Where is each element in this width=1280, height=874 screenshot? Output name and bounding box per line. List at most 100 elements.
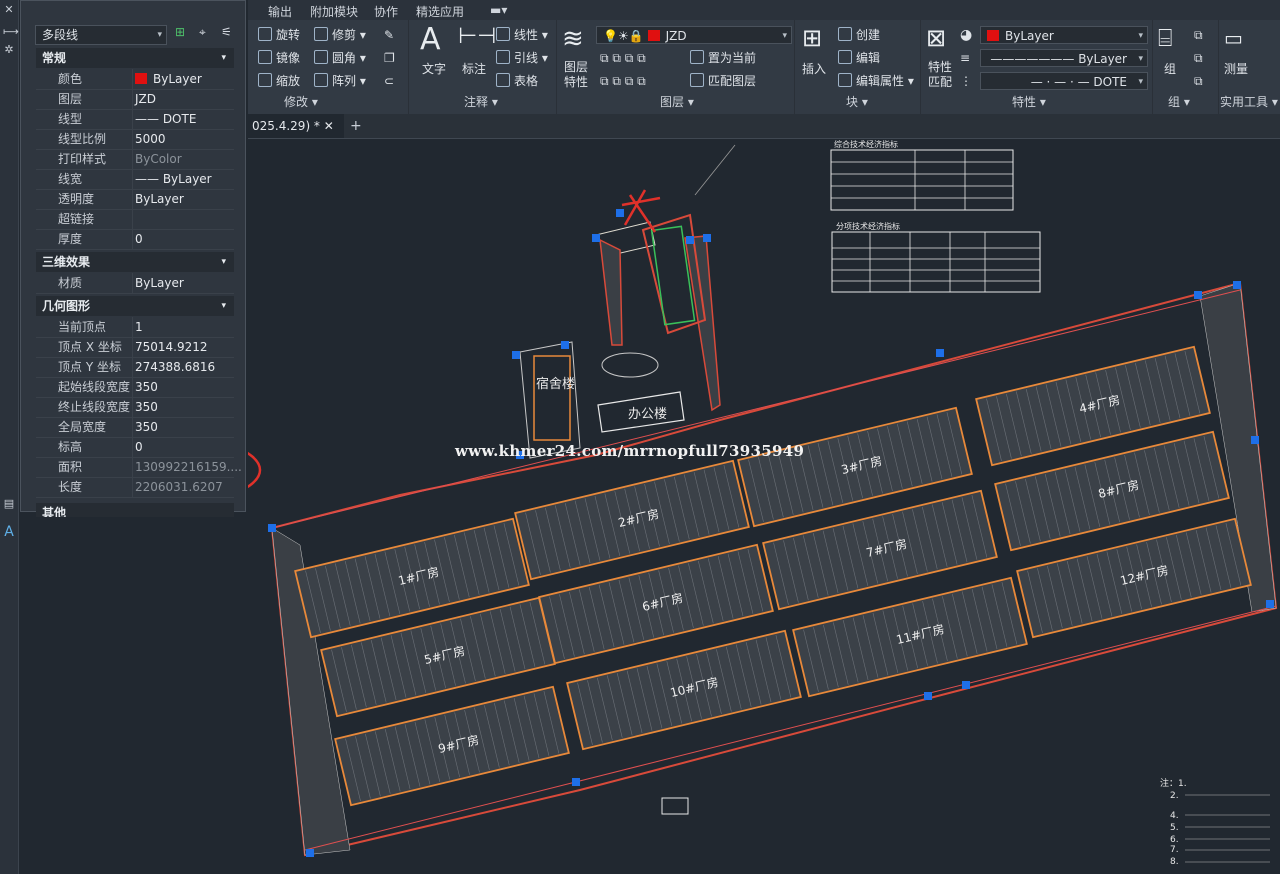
- menu-collaborate[interactable]: 协作: [374, 3, 398, 20]
- color-wheel-icon[interactable]: ◕: [960, 26, 972, 44]
- document-tab[interactable]: 025.4.29) * ✕: [248, 114, 344, 138]
- layer-properties-button[interactable]: 图层 特性: [564, 60, 588, 92]
- general-row[interactable]: 线型 —— DOTE: [36, 109, 234, 130]
- geometry-row[interactable]: 标高 0: [36, 437, 234, 458]
- group-tool-1-icon[interactable]: ⧉: [1194, 26, 1203, 44]
- grip-handle[interactable]: [962, 681, 970, 689]
- grip-handle[interactable]: [572, 778, 580, 786]
- geometry-row[interactable]: 顶点 X 坐标 75014.9212: [36, 337, 234, 358]
- grip-handle[interactable]: [703, 234, 711, 242]
- general-row[interactable]: 图层 JZD: [36, 89, 234, 110]
- properties-group-label[interactable]: 特性 ▾: [1012, 93, 1046, 110]
- property-value[interactable]: 1: [135, 317, 143, 337]
- block-group-label[interactable]: 块 ▾: [846, 93, 868, 110]
- property-value[interactable]: —— DOTE: [135, 109, 196, 129]
- lineweight-icon[interactable]: ≡: [960, 49, 970, 67]
- video-icon[interactable]: ▬▾: [490, 3, 507, 17]
- geometry-row[interactable]: 面积 130992216159....: [36, 457, 242, 478]
- grip-handle[interactable]: [561, 341, 569, 349]
- annotation-group-label[interactable]: 注释 ▾: [464, 93, 498, 110]
- quick-select-icon[interactable]: ⚟: [221, 25, 232, 39]
- grip-handle[interactable]: [686, 236, 694, 244]
- group-tool-3-icon[interactable]: ⧉: [1194, 72, 1203, 90]
- utilities-group-label[interactable]: 实用工具 ▾: [1220, 93, 1278, 110]
- scale-button[interactable]: 缩放: [258, 72, 300, 90]
- section-general[interactable]: 常规 ▾: [36, 48, 234, 68]
- grip-handle[interactable]: [1233, 281, 1241, 289]
- select-objects-icon[interactable]: ⌖: [199, 25, 206, 40]
- collapse-icon[interactable]: ▾: [221, 252, 226, 272]
- trim-button[interactable]: 修剪 ▾: [314, 26, 366, 44]
- text-icon[interactable]: A: [3, 525, 15, 539]
- linetype-dropdown[interactable]: — · — · — DOTE ▾: [980, 72, 1148, 90]
- collapse-icon[interactable]: ▾: [221, 48, 226, 68]
- property-value[interactable]: ByLayer: [135, 189, 184, 209]
- material-row[interactable]: 材质 ByLayer: [36, 273, 234, 294]
- dimension-button[interactable]: 标注: [462, 60, 486, 78]
- property-value[interactable]: ByLayer: [135, 273, 184, 293]
- grip-handle[interactable]: [1266, 600, 1274, 608]
- geometry-row[interactable]: 当前顶点 1: [36, 317, 234, 338]
- lineweight-dropdown[interactable]: ——————— ByLayer ▾: [980, 49, 1148, 67]
- erase-icon[interactable]: ✎: [384, 26, 394, 44]
- palette-icon[interactable]: ▤: [3, 498, 15, 510]
- grip-handle[interactable]: [924, 692, 932, 700]
- general-row[interactable]: 透明度 ByLayer: [36, 189, 234, 210]
- grip-handle[interactable]: [1251, 436, 1259, 444]
- measure-button[interactable]: 测量: [1224, 60, 1248, 78]
- property-value[interactable]: 0: [135, 437, 143, 457]
- property-value[interactable]: JZD: [135, 89, 156, 109]
- match-layer-button[interactable]: 匹配图层: [690, 72, 756, 90]
- table-button[interactable]: 表格: [496, 72, 538, 90]
- geometry-row[interactable]: 终止线段宽度 350: [36, 397, 234, 418]
- layer-tools-row2[interactable]: ⧉ ⧉ ⧉ ⧉: [600, 72, 646, 90]
- grip-handle[interactable]: [1194, 291, 1202, 299]
- property-value[interactable]: 0: [135, 229, 143, 249]
- layer-tools-row1[interactable]: ⧉ ⧉ ⧉ ⧉: [600, 49, 646, 67]
- general-row[interactable]: 线型比例 5000: [36, 129, 234, 150]
- groups-group-label[interactable]: 组 ▾: [1168, 93, 1190, 110]
- property-value[interactable]: 130992216159....: [135, 457, 242, 477]
- menu-featured-apps[interactable]: 精选应用: [416, 3, 464, 20]
- offset-icon[interactable]: ⊂: [384, 72, 394, 90]
- group-tool-2-icon[interactable]: ⧉: [1194, 49, 1203, 67]
- edit-attributes-button[interactable]: 编辑属性 ▾: [838, 72, 914, 90]
- geometry-row[interactable]: 起始线段宽度 350: [36, 377, 234, 398]
- general-row[interactable]: 颜色 ByLayer: [36, 69, 234, 90]
- general-row[interactable]: 超链接: [36, 209, 234, 230]
- copy-icon[interactable]: ❐: [384, 49, 395, 67]
- menu-output[interactable]: 输出: [268, 3, 292, 20]
- section-geometry[interactable]: 几何图形 ▾: [36, 296, 234, 316]
- mirror-button[interactable]: 镜像: [258, 49, 300, 67]
- array-button[interactable]: 阵列 ▾: [314, 72, 366, 90]
- geometry-row[interactable]: 顶点 Y 坐标 274388.6816: [36, 357, 234, 378]
- object-type-dropdown[interactable]: 多段线 ▾: [35, 25, 167, 45]
- layer-dropdown[interactable]: 💡☀🔒 JZD ▾: [596, 26, 792, 44]
- color-dropdown[interactable]: ByLayer ▾: [980, 26, 1148, 44]
- grip-handle[interactable]: [512, 351, 520, 359]
- close-icon[interactable]: ✕: [3, 4, 15, 16]
- property-value[interactable]: ByLayer: [153, 69, 202, 89]
- general-row[interactable]: 厚度 0: [36, 229, 234, 250]
- grip-handle[interactable]: [306, 849, 314, 857]
- rotate-button[interactable]: 旋转: [258, 26, 300, 44]
- geometry-row[interactable]: 长度 2206031.6207: [36, 477, 234, 498]
- settings-icon[interactable]: ✲: [3, 44, 15, 56]
- property-value[interactable]: 75014.9212: [135, 337, 208, 357]
- text-button[interactable]: 文字: [422, 60, 446, 78]
- modify-group-label[interactable]: 修改 ▾: [284, 93, 318, 110]
- property-value[interactable]: 5000: [135, 129, 166, 149]
- set-current-button[interactable]: 置为当前: [690, 49, 756, 67]
- section-3d-effects[interactable]: 三维效果 ▾: [36, 252, 234, 272]
- leader-button[interactable]: 引线 ▾: [496, 49, 548, 67]
- general-row[interactable]: 打印样式 ByColor: [36, 149, 234, 170]
- property-value[interactable]: 350: [135, 397, 158, 417]
- edit-block-button[interactable]: 编辑: [838, 49, 880, 67]
- property-value[interactable]: 2206031.6207: [135, 477, 223, 497]
- linetype-icon[interactable]: ⋮: [960, 72, 972, 90]
- grip-handle[interactable]: [592, 234, 600, 242]
- general-row[interactable]: 线宽 —— ByLayer: [36, 169, 234, 190]
- linear-button[interactable]: 线性 ▾: [496, 26, 548, 44]
- menu-addons[interactable]: 附加模块: [310, 3, 358, 20]
- new-tab-icon[interactable]: +: [350, 118, 362, 134]
